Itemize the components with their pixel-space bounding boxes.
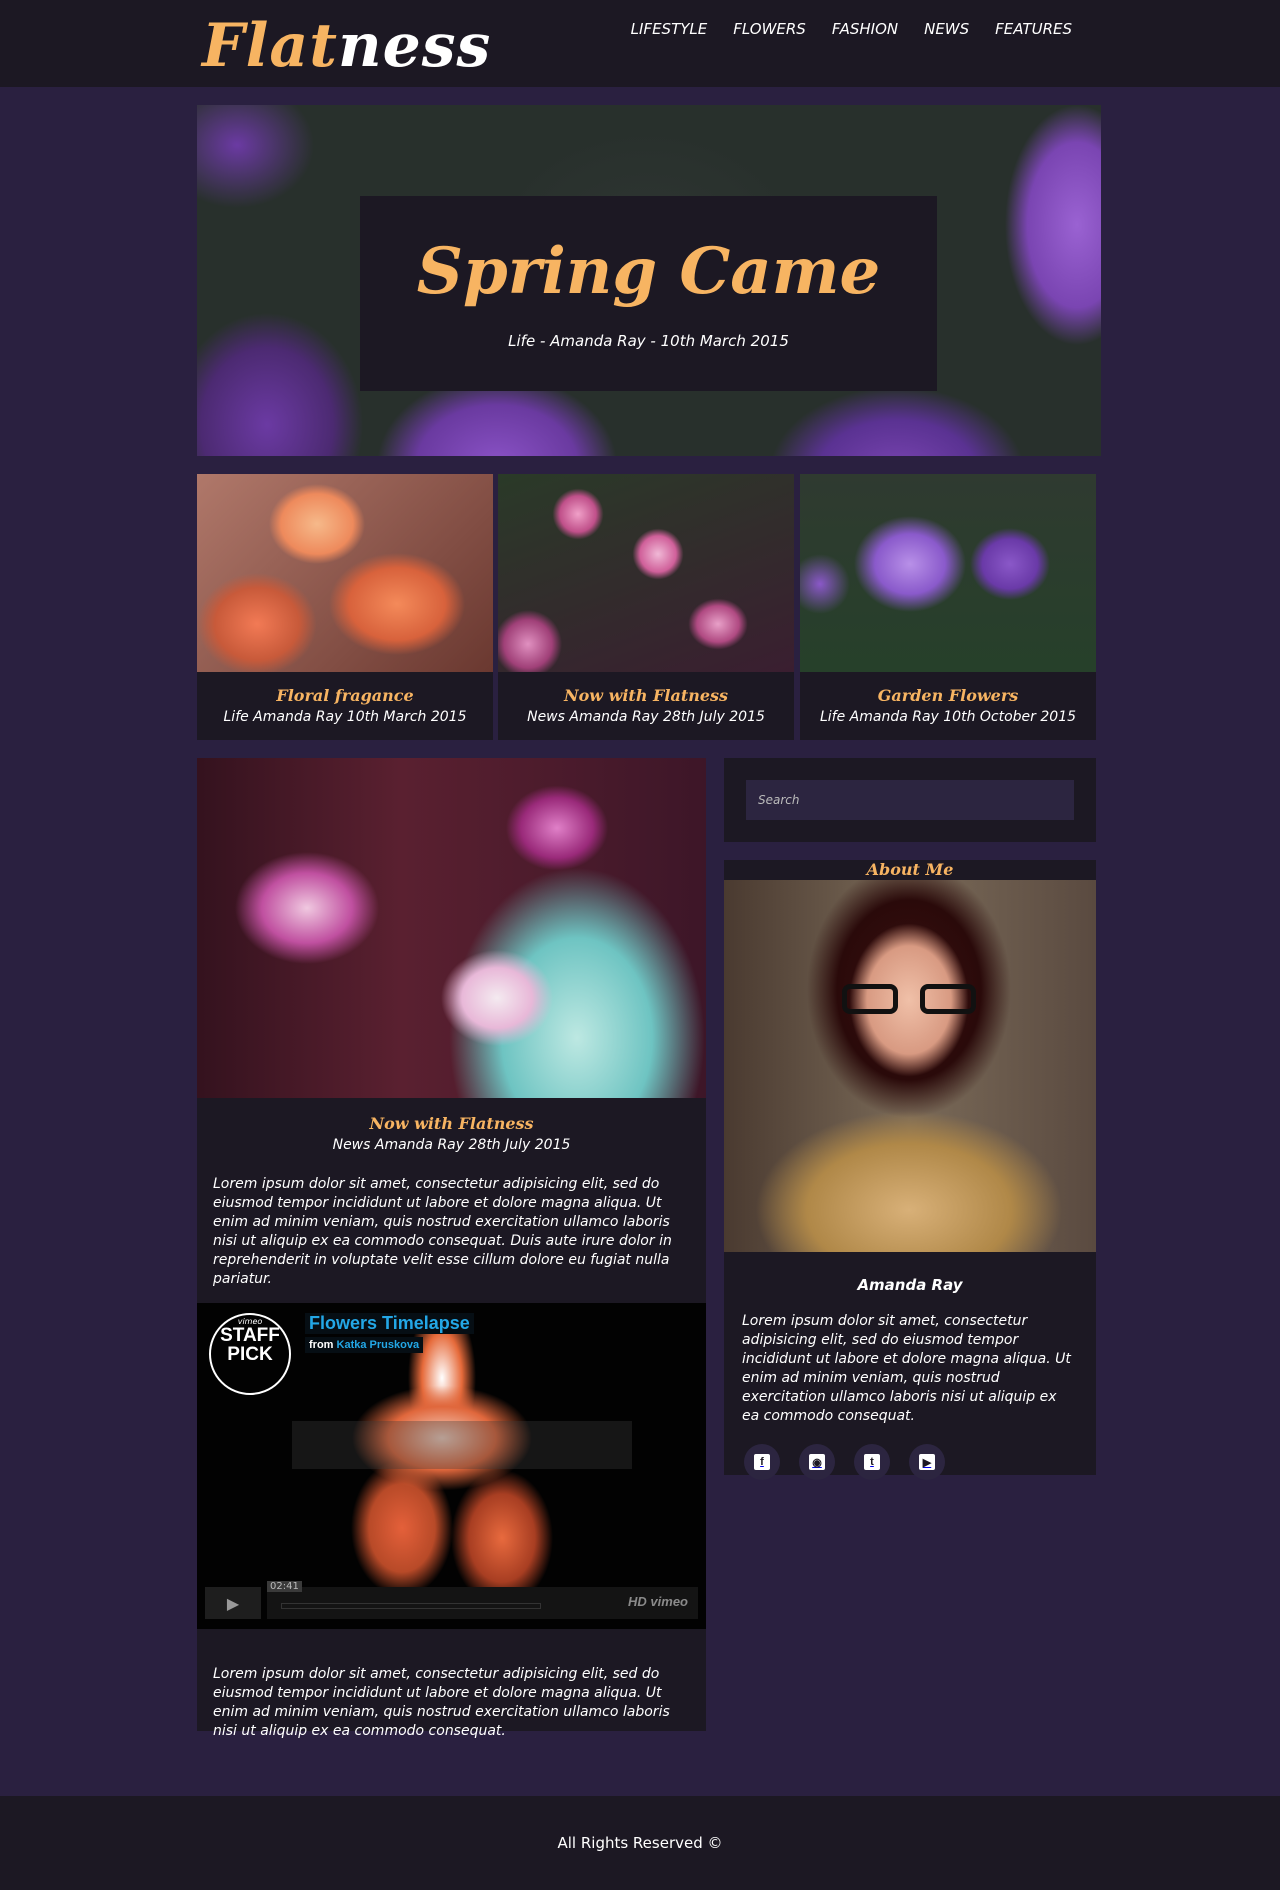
nav-lifestyle[interactable]: LIFESTYLE <box>631 20 708 38</box>
about-name: Amanda Ray <box>857 1276 963 1294</box>
instagram-icon: ◉ <box>809 1454 825 1470</box>
card-meta: News Amanda Ray 28th July 2015 <box>527 709 765 725</box>
logo-part2: ness <box>337 11 492 81</box>
video-overlay-band <box>292 1421 632 1469</box>
about-widget: About Me Amanda Ray Lorem ipsum dolor si… <box>724 860 1096 1480</box>
youtube-icon: ▶ <box>919 1454 935 1470</box>
post-body: Lorem ipsum dolor sit amet, consectetur … <box>213 1176 672 1287</box>
video-time: 02:41 <box>267 1581 302 1592</box>
instagram-link[interactable]: ◉ <box>799 1444 835 1480</box>
footer-copyright: All Rights Reserved © <box>557 1834 723 1852</box>
post-card-floral[interactable]: Floral fragance Life Amanda Ray 10th Mar… <box>197 474 493 740</box>
nav-news[interactable]: NEWS <box>924 20 969 38</box>
twitter-link[interactable]: t <box>854 1444 890 1480</box>
hero-meta: Life - Amanda Ray - 10th March 2015 <box>508 332 789 350</box>
play-icon: ▶ <box>226 1593 240 1613</box>
logo-part1: Flat <box>202 11 338 81</box>
post-image-blossom-branch[interactable] <box>197 758 706 1098</box>
video-controls: ▶ 02:41 HD vimeo <box>205 1581 698 1619</box>
video-from-label: from <box>309 1339 334 1351</box>
site-header: Flatness LIFESTYLE FLOWERS FASHION NEWS … <box>0 0 1280 87</box>
card-title[interactable]: Garden Flowers <box>800 686 1096 705</box>
card-title[interactable]: Now with Flatness <box>498 686 794 705</box>
video-progress-track[interactable]: 02:41 HD vimeo <box>267 1581 698 1619</box>
site-logo[interactable]: Flatness <box>202 8 491 84</box>
card-meta: Life Amanda Ray 10th March 2015 <box>223 709 467 725</box>
nav-flowers[interactable]: FLOWERS <box>733 20 806 38</box>
nav-features[interactable]: FEATURES <box>995 20 1072 38</box>
card-meta: Life Amanda Ray 10th October 2015 <box>819 709 1077 725</box>
post-body-2: Lorem ipsum dolor sit amet, consectetur … <box>213 1666 670 1739</box>
about-text: Lorem ipsum dolor sit amet, consectetur … <box>742 1313 1071 1424</box>
hero-caption: Spring Came Life - Amanda Ray - 10th Mar… <box>360 196 937 391</box>
about-photo <box>724 880 1096 1252</box>
post-title[interactable]: Now with Flatness <box>197 1114 706 1133</box>
main-nav: LIFESTYLE FLOWERS FASHION NEWS FEATURES <box>631 20 1072 38</box>
video-player[interactable]: vimeo STAFF PICK Flowers Timelapse from … <box>197 1303 706 1629</box>
hero-title[interactable]: Spring Came <box>360 236 937 308</box>
hero-banner[interactable]: Spring Came Life - Amanda Ray - 10th Mar… <box>197 105 1101 456</box>
card-image-pink-blossoms[interactable] <box>498 474 794 672</box>
video-controls-right[interactable]: HD vimeo <box>628 1594 688 1609</box>
staff-pick-badge[interactable]: vimeo STAFF PICK <box>209 1313 291 1395</box>
nav-fashion[interactable]: FASHION <box>832 20 898 38</box>
play-button[interactable]: ▶ <box>205 1587 261 1619</box>
video-byline: from Katka Pruskova <box>305 1337 424 1353</box>
main-post: Now with Flatness News Amanda Ray 28th J… <box>197 758 706 1739</box>
post-card-flatness[interactable]: Now with Flatness News Amanda Ray 28th J… <box>498 474 794 740</box>
twitter-icon: t <box>864 1454 880 1470</box>
video-author-link[interactable]: Katka Pruskova <box>337 1339 420 1351</box>
card-title[interactable]: Floral fragance <box>197 686 493 705</box>
about-heading: About Me <box>866 860 954 879</box>
card-image-purple-petunias[interactable] <box>800 474 1096 672</box>
site-footer: All Rights Reserved © <box>0 1796 1280 1890</box>
post-card-garden[interactable]: Garden Flowers Life Amanda Ray 10th Octo… <box>800 474 1096 740</box>
glasses-shape <box>842 984 978 1014</box>
youtube-link[interactable]: ▶ <box>909 1444 945 1480</box>
post-meta: News Amanda Ray 28th July 2015 <box>332 1137 571 1153</box>
search-input[interactable] <box>746 780 1074 820</box>
badge-staff-pick-label: STAFF PICK <box>220 1325 280 1365</box>
video-title[interactable]: Flowers Timelapse <box>305 1313 474 1334</box>
social-links: f ◉ t ▶ <box>724 1426 1096 1480</box>
facebook-link[interactable]: f <box>744 1444 780 1480</box>
search-widget <box>724 758 1096 842</box>
facebook-icon: f <box>754 1454 770 1470</box>
video-progress-bar[interactable] <box>281 1603 541 1609</box>
card-image-orange-flowers[interactable] <box>197 474 493 672</box>
